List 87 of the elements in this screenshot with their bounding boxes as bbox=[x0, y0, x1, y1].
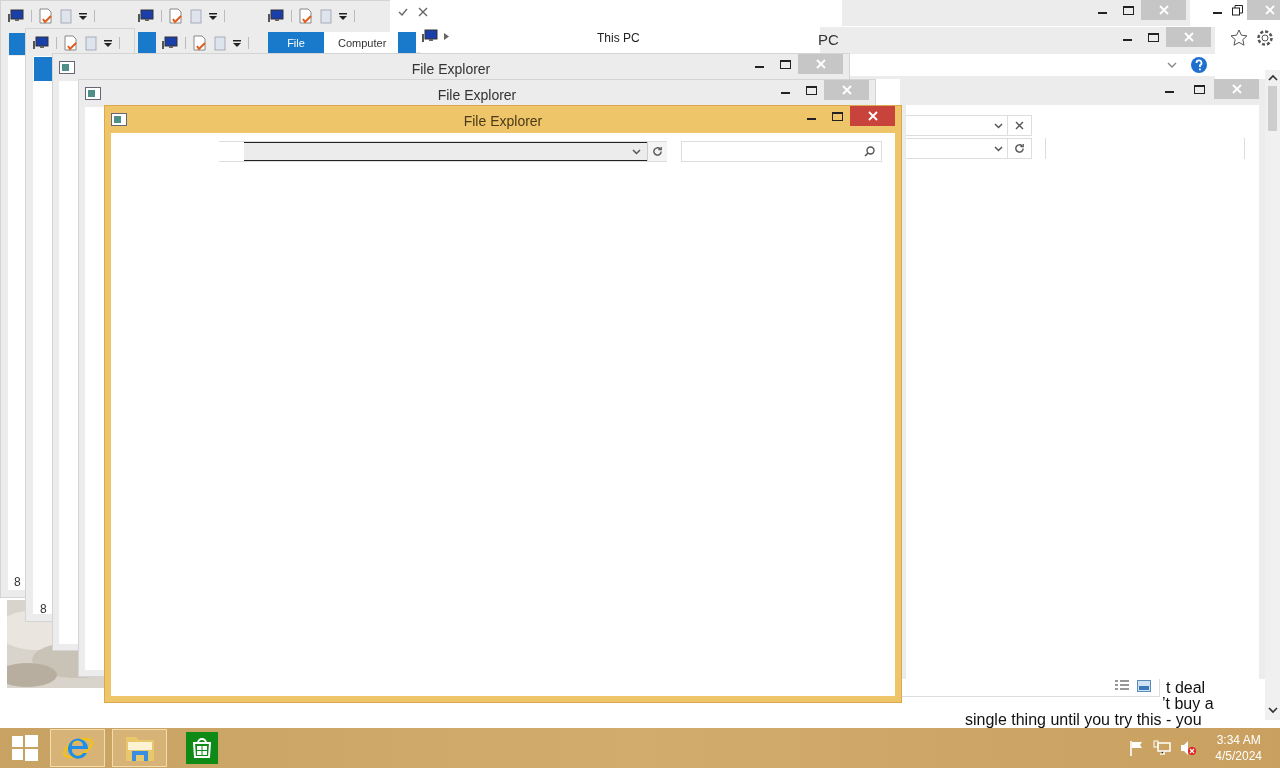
chevron-down-icon[interactable] bbox=[632, 148, 641, 155]
maximize-icon bbox=[1147, 32, 1159, 42]
taskbar-app-button[interactable] bbox=[112, 729, 167, 767]
window-icon[interactable] bbox=[85, 87, 101, 101]
thumbnail-view-icon[interactable] bbox=[1137, 680, 1151, 692]
chevron-down-icon[interactable] bbox=[1167, 62, 1177, 68]
dropdown-icon[interactable] bbox=[104, 39, 112, 47]
breadcrumb-arrow-icon[interactable] bbox=[444, 32, 449, 40]
scrollbar[interactable] bbox=[1265, 70, 1280, 720]
document-check-icon[interactable] bbox=[64, 35, 78, 51]
minimize-icon bbox=[1164, 91, 1174, 93]
search-icon bbox=[864, 146, 875, 157]
close-button[interactable] bbox=[850, 106, 895, 126]
web-page-text: single thing until you try this - you bbox=[965, 712, 1202, 728]
scroll-up-icon[interactable] bbox=[1267, 74, 1278, 82]
dropdown-icon[interactable] bbox=[233, 39, 241, 47]
computer-icon[interactable] bbox=[268, 9, 284, 23]
close-icon bbox=[841, 85, 852, 95]
computer-icon[interactable] bbox=[138, 9, 154, 23]
details-view-icon[interactable] bbox=[1115, 680, 1129, 692]
ribbon-tab[interactable]: File bbox=[268, 32, 324, 54]
minimize-icon bbox=[1097, 12, 1107, 14]
chevron-down-icon bbox=[994, 145, 1003, 152]
document-check-icon[interactable] bbox=[39, 8, 53, 24]
favorites-star-icon[interactable] bbox=[1230, 29, 1248, 47]
refresh-icon bbox=[1014, 143, 1025, 154]
close-icon bbox=[1264, 5, 1275, 15]
maximize-icon bbox=[805, 85, 817, 95]
scrollbar-thumb[interactable] bbox=[1268, 86, 1277, 131]
refresh-button[interactable] bbox=[1008, 138, 1032, 159]
chevron-down-icon bbox=[994, 122, 1003, 129]
ribbon-tab[interactable]: Computer bbox=[324, 32, 401, 54]
settings-icon[interactable] bbox=[1256, 29, 1274, 47]
close-icon bbox=[815, 59, 826, 69]
side-label: 8 bbox=[40, 601, 47, 618]
web-page-text: t deal bbox=[1166, 680, 1206, 696]
side-label: 8 bbox=[14, 574, 21, 591]
document-check-icon[interactable] bbox=[193, 35, 207, 51]
window-title: File Explorer bbox=[437, 86, 517, 105]
close-icon bbox=[1158, 5, 1169, 15]
dropdown-icon[interactable] bbox=[79, 12, 87, 20]
computer-icon[interactable] bbox=[162, 36, 178, 50]
windows-logo-icon bbox=[12, 735, 38, 761]
close-icon[interactable] bbox=[418, 7, 428, 17]
close-icon bbox=[1183, 32, 1194, 42]
checkmark-icon[interactable] bbox=[398, 8, 408, 16]
maximize-icon bbox=[779, 59, 791, 69]
minimize-icon bbox=[780, 92, 790, 94]
document-check-icon[interactable] bbox=[169, 8, 183, 24]
clear-button[interactable] bbox=[1008, 115, 1032, 136]
document-check-icon[interactable] bbox=[299, 8, 313, 24]
dropdown-icon[interactable] bbox=[339, 12, 347, 20]
restore-icon bbox=[1231, 4, 1243, 16]
maximize-icon bbox=[831, 111, 843, 121]
computer-icon[interactable] bbox=[33, 36, 49, 50]
search-field[interactable] bbox=[681, 141, 882, 162]
minimize-icon bbox=[1212, 12, 1222, 14]
ribbon-tab[interactable] bbox=[398, 32, 416, 54]
window-icon[interactable] bbox=[59, 61, 75, 75]
minimize-icon bbox=[1122, 39, 1132, 41]
computer-icon[interactable] bbox=[8, 9, 24, 23]
refresh-button[interactable] bbox=[647, 142, 667, 161]
taskbar-app-button[interactable] bbox=[50, 729, 105, 767]
speaker-icon[interactable] bbox=[1179, 740, 1198, 756]
computer-icon[interactable] bbox=[422, 29, 438, 43]
address-field[interactable] bbox=[244, 142, 647, 161]
search-field[interactable] bbox=[1045, 138, 1245, 159]
close-icon bbox=[1015, 121, 1024, 130]
breadcrumb[interactable]: This PC bbox=[597, 29, 640, 47]
close-icon bbox=[867, 111, 878, 121]
maximize-icon bbox=[1122, 5, 1134, 15]
window-title: File Explorer bbox=[463, 112, 543, 131]
window-icon[interactable] bbox=[111, 113, 127, 127]
address-bar[interactable] bbox=[219, 141, 667, 162]
minimize-icon bbox=[754, 66, 764, 68]
minimize-icon bbox=[806, 118, 816, 120]
help-icon[interactable] bbox=[1191, 57, 1207, 73]
ribbon-tab[interactable] bbox=[138, 32, 156, 54]
close-icon bbox=[1231, 84, 1242, 94]
dropdown-icon[interactable] bbox=[209, 12, 217, 20]
window-title: PC bbox=[818, 30, 839, 51]
store-icon bbox=[185, 732, 218, 764]
maximize-icon bbox=[1193, 84, 1205, 94]
refresh-icon bbox=[652, 146, 663, 157]
scroll-down-icon[interactable] bbox=[1267, 706, 1278, 714]
window-title: File Explorer bbox=[411, 60, 491, 79]
web-page-text: ’t buy a bbox=[1162, 696, 1214, 712]
